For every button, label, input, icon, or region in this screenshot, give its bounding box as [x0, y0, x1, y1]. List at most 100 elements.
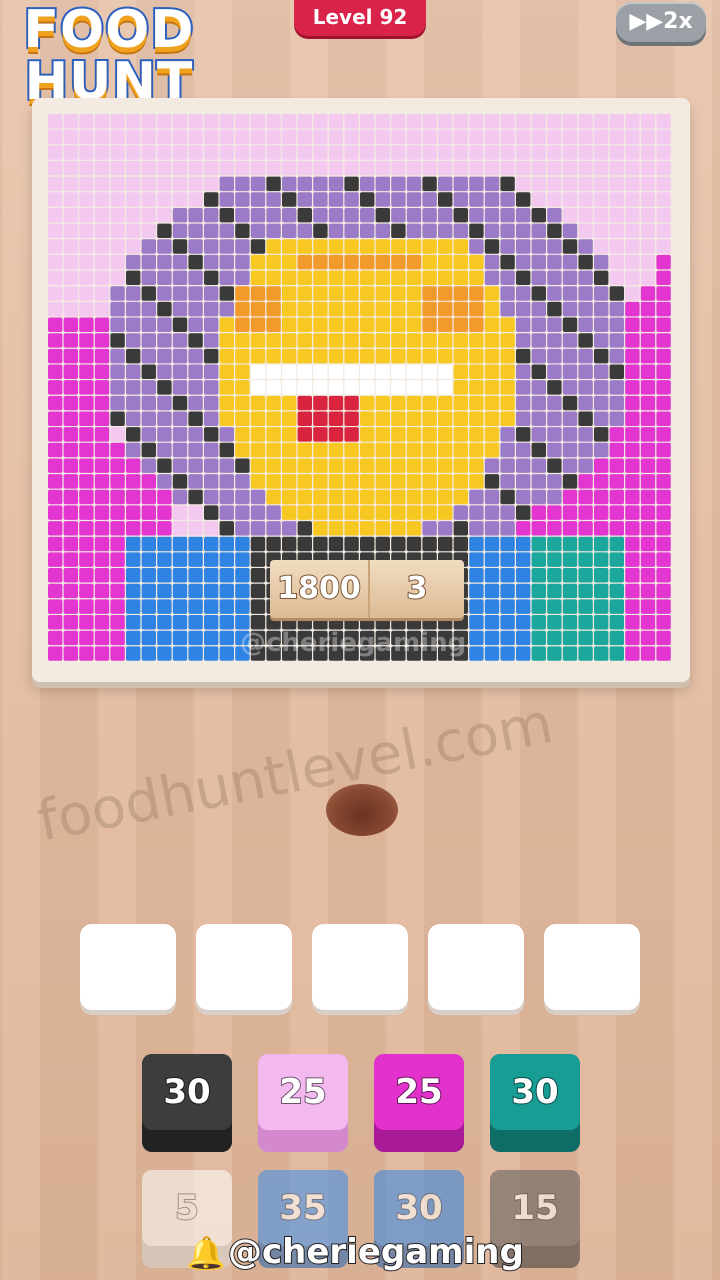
pixel-cell [94, 395, 110, 411]
pixel-cell [516, 474, 531, 489]
pixel-cell [141, 411, 156, 426]
pixel-cell [297, 333, 312, 348]
pixel-cell [640, 583, 656, 599]
pixel-cell [172, 317, 188, 332]
pixel-cell [313, 270, 328, 286]
pixel-cell [375, 301, 390, 317]
pixel-cell [48, 114, 63, 129]
pixel-cell [141, 239, 156, 254]
pixel-cell [469, 615, 484, 630]
pixel-cell [204, 568, 219, 583]
pixel-cell [578, 583, 593, 599]
pixel-cell [625, 333, 640, 348]
pixel-cell [484, 521, 500, 536]
pixel-cell [157, 114, 172, 129]
pixel-cell [594, 411, 609, 426]
pixel-cell [328, 270, 344, 286]
color-tile[interactable]: 25 [258, 1054, 348, 1152]
pixel-cell [204, 583, 219, 599]
pixel-cell [609, 114, 624, 129]
pixel-cell [126, 160, 141, 176]
pixel-cell [141, 301, 156, 317]
pixel-cell [516, 254, 531, 270]
pixel-cell [578, 521, 593, 536]
pixel-cell [297, 442, 312, 458]
pixel-cell [235, 192, 250, 207]
pixel-cell [578, 552, 593, 567]
pixel-cell [297, 348, 312, 364]
pixel-cell [188, 568, 203, 583]
pixel-cell [609, 568, 624, 583]
pixel-cell [172, 114, 188, 129]
pixel-cell [625, 489, 640, 505]
pixel-cell [110, 568, 125, 583]
pixel-cell [250, 270, 266, 286]
pixel-cell [422, 160, 437, 176]
pixel-cell [438, 474, 453, 489]
empty-slot[interactable] [312, 924, 408, 1010]
pixel-cell [625, 239, 640, 254]
pixel-cell [110, 583, 125, 599]
pixel-cell [640, 145, 656, 160]
pixel-cell [126, 536, 141, 552]
pixel-cell [547, 176, 562, 192]
pixel-cell [360, 442, 375, 458]
pixel-cell [422, 395, 437, 411]
pixel-cell [328, 536, 344, 552]
pixel-cell [391, 536, 406, 552]
pixel-cell [484, 176, 500, 192]
pixel-cell [469, 301, 484, 317]
pixel-cell [250, 395, 266, 411]
pixel-cell [438, 458, 453, 473]
pixel-cell [469, 176, 484, 192]
pixel-cell [656, 521, 671, 536]
speed-toggle-button[interactable]: ▶▶2x [616, 2, 706, 42]
pixel-cell [547, 239, 562, 254]
pixel-cell [422, 474, 437, 489]
pixel-cell [609, 411, 624, 426]
empty-slot[interactable] [544, 924, 640, 1010]
pixel-cell [188, 505, 203, 520]
drop-hole[interactable] [326, 784, 398, 836]
pixel-cell [391, 474, 406, 489]
pixel-cell [48, 395, 63, 411]
pixel-cell [172, 239, 188, 254]
pixel-cell [204, 145, 219, 160]
pixel-cell [625, 145, 640, 160]
pixel-cell [188, 395, 203, 411]
pixel-cell [157, 364, 172, 379]
color-tile[interactable]: 30 [142, 1054, 232, 1152]
pixel-cell [578, 646, 593, 661]
pixel-cell [562, 630, 578, 646]
pixel-cell [625, 646, 640, 661]
pixel-cell [500, 411, 515, 426]
pixel-cell [250, 114, 266, 129]
empty-slot[interactable] [428, 924, 524, 1010]
pixel-cell [609, 646, 624, 661]
color-tile[interactable]: 30 [490, 1054, 580, 1152]
pixel-cell [344, 317, 359, 332]
pixel-cell [531, 380, 546, 395]
pixel-cell [594, 114, 609, 129]
pixel-cell [531, 505, 546, 520]
empty-slot[interactable] [196, 924, 292, 1010]
pixel-cell [172, 427, 188, 442]
pixel-cell [79, 239, 94, 254]
pixel-cell [453, 474, 468, 489]
pixel-cell [328, 286, 344, 301]
pixel-cell [656, 615, 671, 630]
pixel-cell [578, 192, 593, 207]
pixel-cell [438, 270, 453, 286]
pixel-cell [609, 536, 624, 552]
pixel-cell [94, 380, 110, 395]
pixel-cell [640, 364, 656, 379]
pixel-cell [500, 489, 515, 505]
pixel-cell [547, 380, 562, 395]
pixel-cell [48, 192, 63, 207]
pixel-cell [204, 114, 219, 129]
empty-slot[interactable] [80, 924, 176, 1010]
pixel-cell [484, 192, 500, 207]
color-tile[interactable]: 25 [374, 1054, 464, 1152]
pixel-cell [266, 207, 281, 223]
pixel-cell [516, 270, 531, 286]
